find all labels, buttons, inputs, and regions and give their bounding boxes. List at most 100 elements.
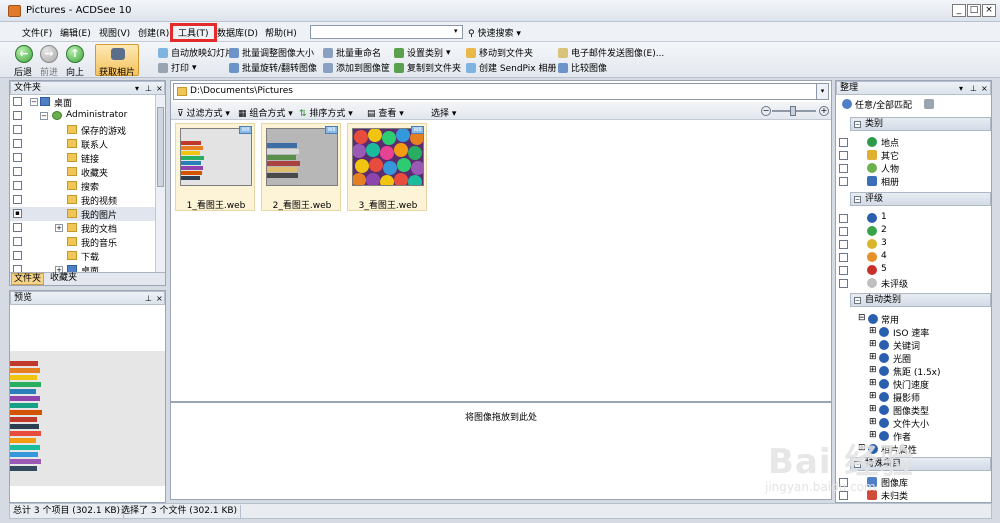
- tree-item-contacts[interactable]: 联系人: [10, 137, 155, 151]
- pin-icon[interactable]: ⊥: [145, 293, 152, 305]
- batch-rename-button[interactable]: 批量重命名: [323, 46, 381, 59]
- rating-5[interactable]: 5: [836, 264, 991, 276]
- checkbox[interactable]: [13, 111, 22, 120]
- select-button[interactable]: 选择 ▾: [431, 106, 456, 119]
- minimize-button[interactable]: _: [952, 4, 966, 17]
- rating-2[interactable]: 2: [836, 225, 991, 237]
- email-images-button[interactable]: 电子邮件发送图像(E)...: [558, 46, 664, 59]
- image-basket[interactable]: 将图像拖放到此处: [170, 402, 832, 500]
- group-button[interactable]: ▦ 组合方式 ▾: [238, 106, 293, 119]
- create-sendpix-button[interactable]: 创建 SendPix 相册: [466, 61, 556, 74]
- set-category-button[interactable]: 设置类别 ▾: [394, 46, 451, 59]
- auto-shutter[interactable]: ⊞ 快门速度: [836, 378, 991, 391]
- thumbnail-size-slider[interactable]: [772, 106, 816, 116]
- close-icon[interactable]: ×: [156, 293, 163, 305]
- menu-create[interactable]: 创建(R): [138, 26, 169, 39]
- forward-arrow-icon[interactable]: →: [40, 45, 58, 63]
- match-toggle[interactable]: 任意/全部匹配: [836, 98, 991, 111]
- menu-database[interactable]: 数据库(D): [217, 26, 258, 39]
- collapse-icon[interactable]: −: [30, 98, 38, 106]
- expand-icon[interactable]: ⊞: [869, 352, 877, 362]
- close-icon[interactable]: ×: [156, 83, 163, 95]
- batch-rotate-button[interactable]: 批量旋转/翻转图像: [229, 61, 317, 74]
- tree-item-downloads[interactable]: 下载: [10, 249, 155, 263]
- checkbox[interactable]: [839, 214, 848, 223]
- checkbox[interactable]: [839, 240, 848, 249]
- tree-item-saved-games[interactable]: 保存的游戏: [10, 123, 155, 137]
- tree-item-favorites[interactable]: 收藏夹: [10, 165, 155, 179]
- section-categories[interactable]: − 类别: [850, 117, 991, 131]
- checkbox[interactable]: [13, 153, 22, 162]
- pin-icon[interactable]: ⊥: [145, 83, 152, 95]
- expand-icon[interactable]: ⊞: [869, 378, 877, 388]
- checkbox[interactable]: [13, 97, 22, 106]
- checkbox[interactable]: [13, 181, 22, 190]
- collapse-icon[interactable]: −: [854, 121, 861, 128]
- tab-folders[interactable]: 文件夹: [11, 273, 45, 285]
- checkbox[interactable]: [839, 253, 848, 262]
- tree-item-links[interactable]: 链接: [10, 151, 155, 165]
- rating-1[interactable]: 1: [836, 212, 991, 224]
- expand-icon[interactable]: ⊞: [869, 365, 877, 375]
- checkbox[interactable]: [839, 177, 848, 186]
- quick-search-button[interactable]: ⚲ 快速搜索 ▾: [468, 26, 521, 39]
- panel-menu-icon[interactable]: ▾: [959, 83, 963, 95]
- print-button[interactable]: 打印 ▾: [158, 61, 197, 74]
- path-bar[interactable]: D:\Documents\Pictures ▾: [173, 83, 829, 100]
- batch-resize-button[interactable]: 批量调整图像大小: [229, 46, 314, 59]
- zoom-in-icon[interactable]: +: [819, 106, 829, 116]
- tree-item-search[interactable]: 搜索: [10, 179, 155, 193]
- auto-photographer[interactable]: ⊞ 摄影师: [836, 391, 991, 404]
- checkbox[interactable]: [839, 279, 848, 288]
- section-auto-categories[interactable]: − 自动类别: [850, 293, 991, 307]
- folder-scrollbar[interactable]: [155, 95, 165, 273]
- search-dropdown-icon[interactable]: ▾: [454, 27, 458, 35]
- sort-button[interactable]: ⇅ 排序方式 ▾: [299, 106, 353, 119]
- thumbnail-1[interactable]: W8 1_看图王.web: [175, 123, 255, 211]
- clear-icon[interactable]: [924, 99, 934, 109]
- add-to-basket-button[interactable]: 添加到图像筐: [323, 61, 390, 74]
- tree-item-my-documents[interactable]: + 我的文档: [10, 221, 155, 235]
- move-to-folder-button[interactable]: 移动到文件夹: [466, 46, 533, 59]
- checkbox[interactable]: ▪: [13, 209, 22, 218]
- collapse-icon[interactable]: ⊟: [858, 313, 866, 323]
- menu-file[interactable]: 文件(F): [22, 26, 52, 39]
- tree-item-my-pictures[interactable]: ▪ 我的图片: [10, 207, 155, 221]
- tree-item-my-music[interactable]: 我的音乐: [10, 235, 155, 249]
- slider-knob[interactable]: [790, 106, 796, 116]
- menu-edit[interactable]: 编辑(E): [60, 26, 91, 39]
- slideshow-button[interactable]: 自动放映幻灯片: [158, 46, 234, 59]
- category-other[interactable]: 其它: [836, 149, 991, 162]
- checkbox[interactable]: [839, 227, 848, 236]
- checkbox[interactable]: [13, 167, 22, 176]
- expand-icon[interactable]: ⊞: [869, 417, 877, 427]
- checkbox[interactable]: [13, 223, 22, 232]
- thumbnail-2[interactable]: W8 2_看图王.web: [261, 123, 341, 211]
- close-icon[interactable]: ×: [981, 83, 988, 95]
- menu-help[interactable]: 帮助(H): [265, 26, 297, 39]
- auto-keywords[interactable]: ⊞ 关键词: [836, 339, 991, 352]
- checkbox[interactable]: [839, 266, 848, 275]
- checkbox[interactable]: [839, 151, 848, 160]
- up-arrow-icon[interactable]: ↑: [66, 45, 84, 63]
- maximize-button[interactable]: □: [967, 4, 981, 17]
- auto-iso[interactable]: ⊞ ISO 速率: [836, 326, 991, 339]
- acquire-photos-button[interactable]: 获取相片: [95, 44, 139, 78]
- scroll-thumb[interactable]: [157, 107, 164, 187]
- checkbox[interactable]: [839, 138, 848, 147]
- auto-image-type[interactable]: ⊞ 图像类型: [836, 404, 991, 417]
- expand-icon[interactable]: ⊞: [869, 326, 877, 336]
- zoom-out-icon[interactable]: −: [761, 106, 771, 116]
- up-label[interactable]: 向上: [66, 65, 84, 78]
- category-people[interactable]: 人物: [836, 162, 991, 175]
- menu-view[interactable]: 视图(V): [99, 26, 130, 39]
- checkbox[interactable]: [13, 237, 22, 246]
- checkbox[interactable]: [13, 251, 22, 260]
- collapse-icon[interactable]: −: [40, 112, 48, 120]
- checkbox[interactable]: [13, 195, 22, 204]
- rating-3[interactable]: 3: [836, 238, 991, 250]
- tree-item-administrator[interactable]: − Administrator: [10, 109, 155, 123]
- pin-icon[interactable]: ⊥: [970, 83, 977, 95]
- expand-icon[interactable]: ⊞: [869, 391, 877, 401]
- panel-menu-icon[interactable]: ▾: [135, 83, 139, 95]
